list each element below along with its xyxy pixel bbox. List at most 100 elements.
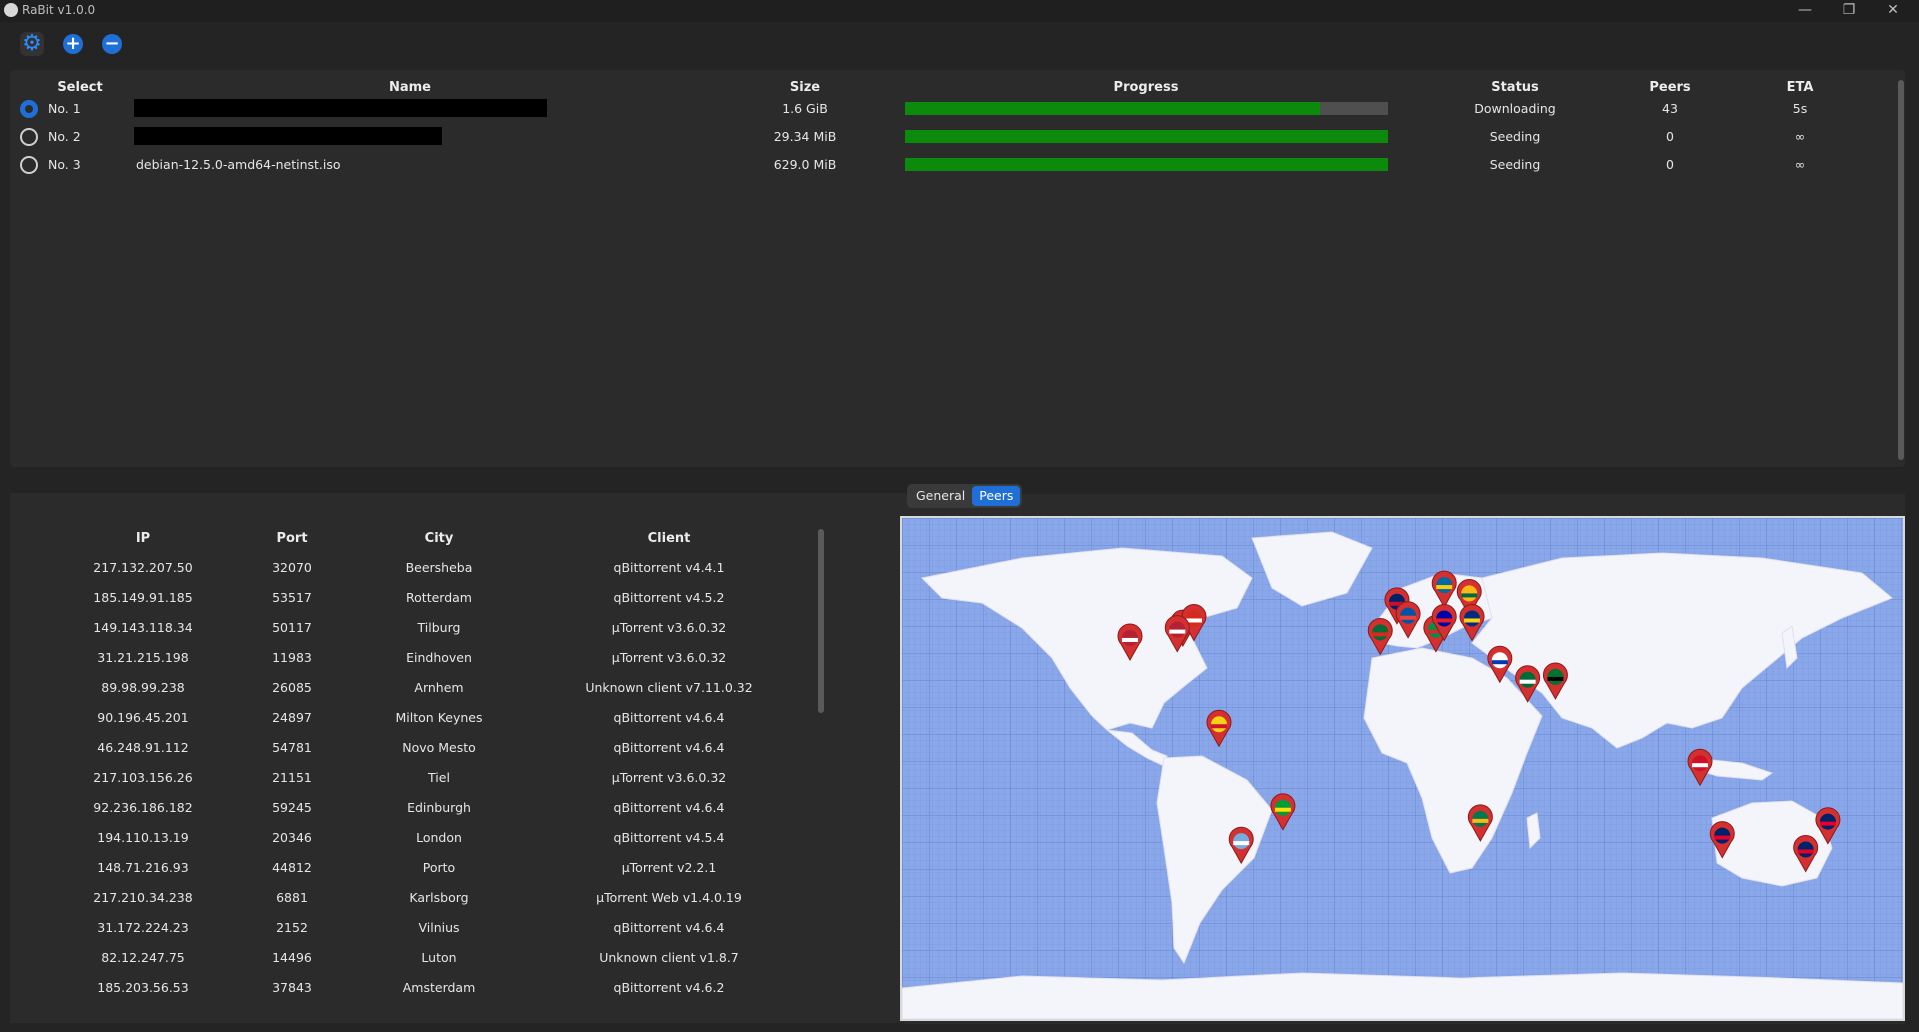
peer-client: qBittorrent v4.6.4 xyxy=(613,740,725,755)
peer-ip: 185.149.91.185 xyxy=(93,590,193,605)
header-progress: Progress xyxy=(1113,80,1179,95)
peer-port: 54781 xyxy=(272,740,312,755)
plus-icon: + xyxy=(63,34,83,54)
peer-port: 26085 xyxy=(272,680,312,695)
peer-port: 50117 xyxy=(272,620,312,635)
tab-peers[interactable]: Peers xyxy=(972,486,1021,506)
torrent-size: 1.6 GiB xyxy=(782,101,828,116)
progress-fill xyxy=(905,102,1321,115)
peer-ip: 149.143.118.34 xyxy=(93,620,193,635)
progress-bar xyxy=(905,102,1388,115)
gear-icon: ⚙ xyxy=(22,31,42,56)
tab-general[interactable]: General xyxy=(909,486,972,506)
peer-ip: 31.21.215.198 xyxy=(97,650,189,665)
close-button[interactable]: ✕ xyxy=(1873,0,1913,22)
peer-ip: 185.203.56.53 xyxy=(97,980,189,995)
peer-client: µTorrent v2.2.1 xyxy=(621,860,717,875)
peer-city: Milton Keynes xyxy=(395,710,483,725)
peer-city: Karlsborg xyxy=(409,890,469,905)
minimize-button[interactable]: — xyxy=(1785,0,1825,22)
peer-city: Rotterdam xyxy=(406,590,472,605)
torrent-eta: ∞ xyxy=(1794,129,1806,144)
peer-client: qBittorrent v4.6.4 xyxy=(613,710,725,725)
peer-port: 53517 xyxy=(272,590,312,605)
detail-tabs: General Peers xyxy=(907,484,1023,508)
peer-client: Unknown client v7.11.0.32 xyxy=(585,680,753,695)
app-icon xyxy=(4,3,18,17)
peer-port: 21151 xyxy=(272,770,312,785)
peer-client: qBittorrent v4.6.4 xyxy=(613,800,725,815)
peer-city: Tiel xyxy=(428,770,450,785)
torrent-size: 629.0 MiB xyxy=(773,157,837,172)
peer-client: µTorrent Web v1.4.0.19 xyxy=(596,890,742,905)
peer-client: qBittorrent v4.6.4 xyxy=(613,920,725,935)
torrent-name: debian-12.5.0-amd64-netinst.iso xyxy=(136,157,341,172)
peer-city: Amsterdam xyxy=(402,980,476,995)
peer-ip: 92.236.186.182 xyxy=(93,800,193,815)
minus-icon: − xyxy=(102,34,122,54)
peer-city: Luton xyxy=(421,950,457,965)
peer-ip: 217.103.156.26 xyxy=(93,770,193,785)
peer-port: 37843 xyxy=(272,980,312,995)
peer-ip: 31.172.224.23 xyxy=(97,920,189,935)
torrent-list-panel: Select Name Size Progress Status Peers E… xyxy=(10,70,1905,467)
peer-port: 2152 xyxy=(276,920,308,935)
progress-bar xyxy=(905,158,1388,171)
torrent-eta: ∞ xyxy=(1794,157,1806,172)
peers-panel: IP Port City Client 217.132.207.50 32070… xyxy=(10,493,905,1023)
peer-client: qBittorrent v4.5.4 xyxy=(613,830,725,845)
torrent-status: Seeding xyxy=(1489,129,1541,144)
peer-port: 32070 xyxy=(272,560,312,575)
peer-city: Porto xyxy=(422,860,456,875)
select-radio[interactable] xyxy=(20,100,38,118)
peer-city: Vilnius xyxy=(418,920,460,935)
select-radio[interactable] xyxy=(20,128,38,146)
header-ip: IP xyxy=(135,531,151,546)
window-title: RaBit v1.0.0 xyxy=(22,3,96,17)
torrent-status: Downloading xyxy=(1474,101,1556,116)
peer-port: 11983 xyxy=(272,650,312,665)
peers-scrollbar[interactable] xyxy=(818,529,824,713)
header-city: City xyxy=(424,531,454,546)
peer-city: Tilburg xyxy=(417,620,461,635)
torrent-peers: 0 xyxy=(1666,129,1674,144)
peer-port: 24897 xyxy=(272,710,312,725)
peer-port: 59245 xyxy=(272,800,312,815)
progress-bar xyxy=(905,130,1388,143)
peer-ip: 82.12.247.75 xyxy=(101,950,185,965)
select-radio[interactable] xyxy=(20,156,38,174)
peer-client: qBittorrent v4.6.2 xyxy=(613,980,725,995)
add-torrent-button[interactable]: + xyxy=(61,32,85,56)
redacted-name-block xyxy=(134,127,442,145)
torrent-status: Seeding xyxy=(1489,157,1541,172)
remove-torrent-button[interactable]: − xyxy=(100,32,124,56)
peer-port: 6881 xyxy=(276,890,308,905)
peer-port: 14496 xyxy=(272,950,312,965)
peer-client: µTorrent v3.6.0.32 xyxy=(611,650,727,665)
peer-ip: 89.98.99.238 xyxy=(101,680,185,695)
header-select: Select xyxy=(57,80,103,95)
peer-city: Edinburgh xyxy=(407,800,471,815)
torrent-eta: 5s xyxy=(1792,101,1808,116)
peer-city: Novo Mesto xyxy=(402,740,476,755)
restore-button[interactable]: ❐ xyxy=(1829,0,1869,22)
settings-button[interactable]: ⚙ xyxy=(20,32,44,56)
peer-port: 44812 xyxy=(272,860,312,875)
header-status: Status xyxy=(1491,80,1539,95)
peer-ip: 90.196.45.201 xyxy=(97,710,189,725)
title-bar: RaBit v1.0.0 — ❐ ✕ xyxy=(0,0,1919,22)
select-label: No. 2 xyxy=(48,129,81,144)
header-name: Name xyxy=(388,80,431,95)
peer-city: London xyxy=(416,830,462,845)
header-port: Port xyxy=(276,531,308,546)
peer-ip: 148.71.216.93 xyxy=(97,860,189,875)
torrent-list-scrollbar[interactable] xyxy=(1898,80,1904,460)
peer-world-map[interactable] xyxy=(900,516,1905,1021)
peer-client: qBittorrent v4.4.1 xyxy=(613,560,725,575)
world-map-svg xyxy=(902,518,1903,1019)
antarctica-shape xyxy=(902,972,1903,1019)
toolbar: ⚙ + − xyxy=(0,22,1919,68)
header-peers: Peers xyxy=(1649,80,1691,95)
header-size: Size xyxy=(789,80,821,95)
peer-client: qBittorrent v4.5.2 xyxy=(613,590,725,605)
